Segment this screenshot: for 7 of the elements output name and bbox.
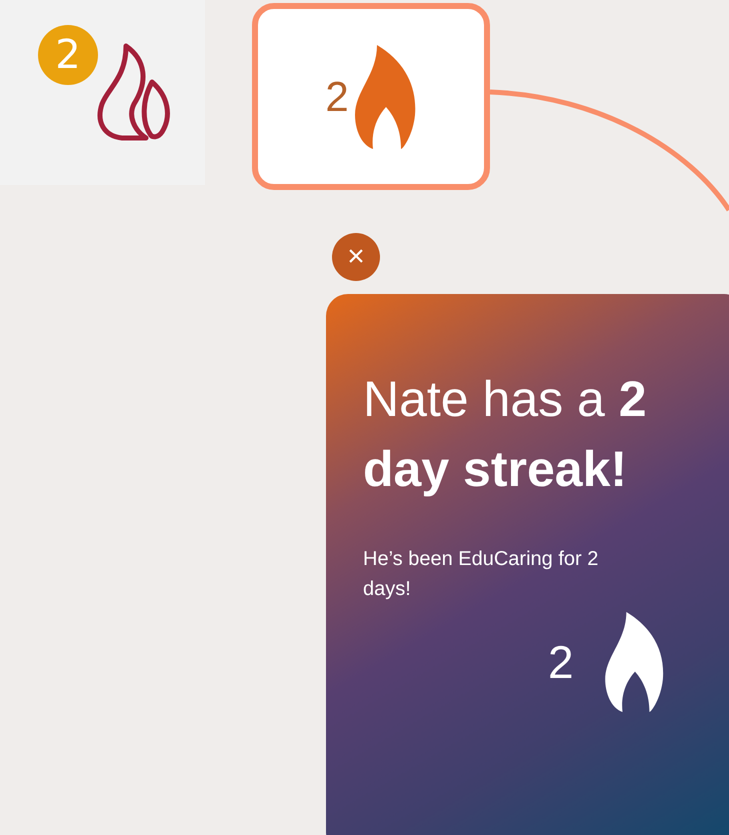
streak-message: He’s been EduCaring for 2 days!	[363, 547, 600, 602]
count-badge: 2	[38, 25, 98, 85]
streak-count: 2	[548, 635, 574, 689]
streak-tile[interactable]: 2	[252, 3, 490, 190]
streak-title: Nate has a 2 day streak!	[363, 370, 648, 499]
streak-count: 2	[325, 72, 349, 120]
close-button[interactable]: ×	[332, 233, 380, 281]
